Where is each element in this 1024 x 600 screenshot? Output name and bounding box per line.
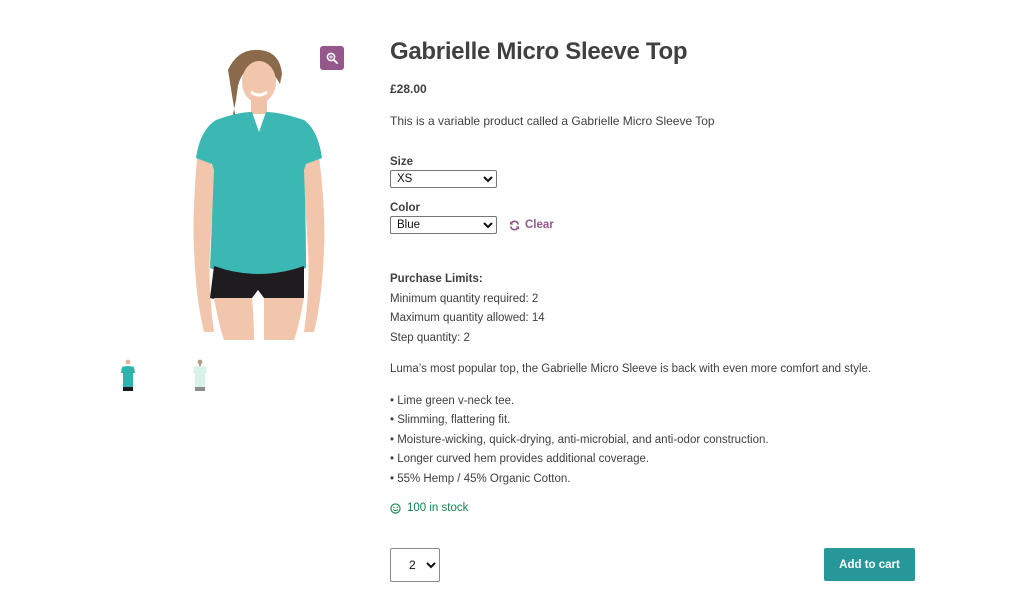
feature-item: • Longer curved hem provides additional … (390, 453, 650, 465)
add-to-cart-button[interactable]: Add to cart (824, 548, 915, 581)
purchase-limits-heading: Purchase Limits: (390, 273, 483, 285)
color-variation: Color Blue Clear (390, 202, 920, 234)
feature-item: • Lime green v-neck tee. (390, 394, 515, 407)
quantity-select[interactable]: 2 (390, 548, 440, 582)
stock-status: 100 in stock (390, 502, 920, 514)
size-select[interactable]: XS (390, 170, 497, 188)
stock-text: 100 in stock (407, 502, 469, 514)
product-description: Luma’s most popular top, the Gabrielle M… (390, 363, 872, 375)
min-quantity: Minimum quantity required: 2 (390, 292, 539, 305)
product-title: Gabrielle Micro Sleeve Top (390, 38, 688, 65)
step-quantity: Step quantity: 2 (390, 331, 470, 344)
size-variation: Size XS (390, 156, 920, 188)
max-quantity: Maximum quantity allowed: 14 (390, 312, 545, 324)
thumbnail-strip (108, 357, 220, 397)
short-description: This is a variable product called a Gabr… (390, 114, 715, 128)
product-price: £28.00 (390, 82, 427, 96)
smiley-icon (390, 502, 401, 514)
variations-form: Size XS Color Blue Clear (390, 156, 920, 234)
add-to-cart-form: 2 Add to cart (390, 548, 915, 582)
clear-label: Clear (525, 219, 554, 231)
color-select[interactable]: Blue (390, 216, 497, 234)
size-label: Size (390, 156, 414, 168)
purchase-limits: Purchase Limits: Minimum quantity requir… (390, 270, 920, 348)
product-summary: Gabrielle Micro Sleeve Top £28.00 This i… (390, 36, 920, 514)
color-label: Color (390, 202, 421, 214)
zoom-image-button[interactable] (320, 46, 344, 70)
main-product-image[interactable] (158, 40, 358, 340)
feature-list: • Lime green v-neck tee. • Slimming, fla… (390, 392, 920, 490)
clear-variations-link[interactable]: Clear (509, 219, 554, 231)
thumbnail-front[interactable] (108, 357, 148, 397)
refresh-icon (509, 220, 520, 230)
feature-item: • 55% Hemp / 45% Organic Cotton. (390, 472, 571, 485)
feature-item: • Slimming, flattering fit. (390, 414, 511, 426)
thumbnail-back[interactable] (180, 357, 220, 397)
feature-item: • Moisture-wicking, quick-drying, anti-m… (390, 433, 769, 446)
magnifier-zoom-icon (326, 52, 338, 64)
